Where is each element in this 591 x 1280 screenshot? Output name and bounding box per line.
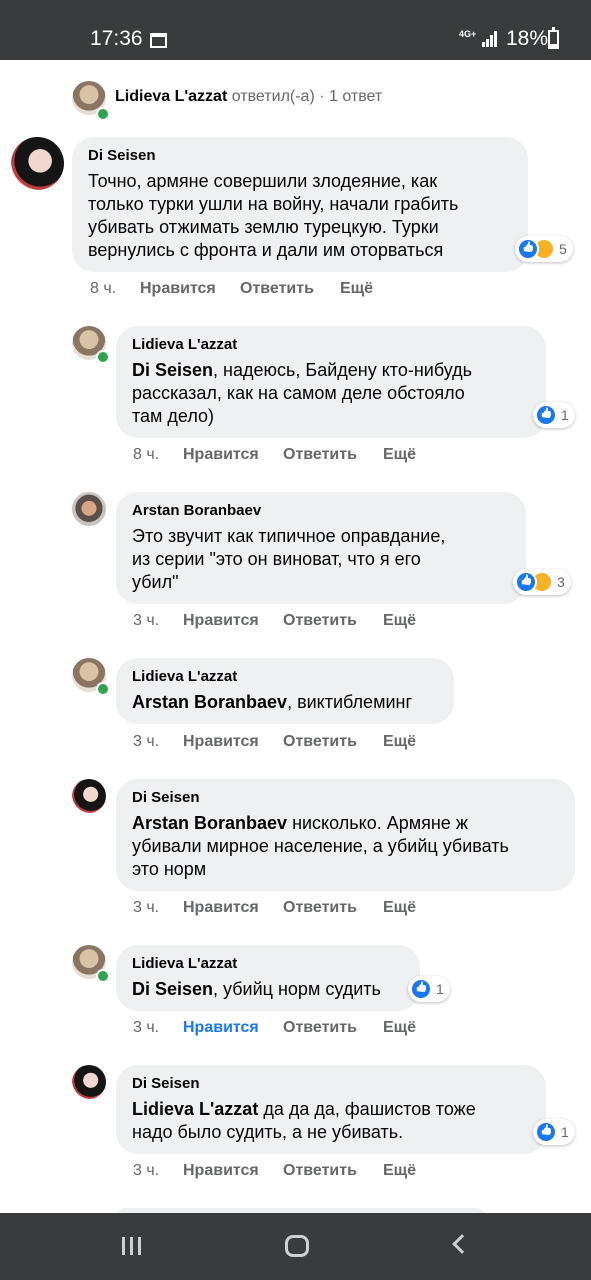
home-button[interactable] bbox=[285, 1235, 309, 1257]
comment-bubble: Lidieva L'azzat Di Seisen, убийц норм су… bbox=[116, 945, 420, 1011]
comment-time[interactable]: 8 ч. bbox=[133, 446, 159, 464]
mention-link[interactable]: Di Seisen bbox=[132, 360, 213, 380]
comment-author[interactable]: Di Seisen bbox=[88, 147, 512, 165]
more-button[interactable]: Ещё bbox=[383, 1162, 416, 1180]
comment-actions: 8 ч. Нравится Ответить Ещё bbox=[90, 280, 490, 300]
more-button[interactable]: Ещё bbox=[383, 612, 416, 630]
reaction-summary[interactable]: 1 bbox=[408, 976, 450, 1002]
like-button[interactable]: Нравится bbox=[183, 446, 259, 464]
replies-summary[interactable]: Lidieva L'azzat ответил(-а) · 1 ответ bbox=[115, 88, 382, 106]
comment-actions: 3 ч. Нравится Ответить Ещё bbox=[133, 1162, 533, 1182]
online-indicator bbox=[96, 969, 110, 983]
comment-time[interactable]: 3 ч. bbox=[133, 899, 159, 917]
reply-button[interactable]: Ответить bbox=[240, 280, 314, 298]
comment-actions: 3 ч. Нравится Ответить Ещё bbox=[133, 1019, 533, 1039]
comment-bubble: Di Seisen Точно, армяне совершили злодея… bbox=[72, 137, 528, 272]
comment-bubble: Arstan Boranbaev Это звучит как типичное… bbox=[116, 492, 526, 604]
reaction-count: 1 bbox=[561, 407, 569, 423]
comment-text: Di Seisen, надеюсь, Байдену кто-нибудь р… bbox=[132, 360, 473, 426]
mention-link[interactable]: Arstan Boranbaev bbox=[132, 692, 287, 712]
clock: 17:36 bbox=[90, 27, 143, 50]
battery-icon bbox=[548, 27, 559, 49]
more-button[interactable]: Ещё bbox=[383, 899, 416, 917]
like-button[interactable]: Нравится bbox=[183, 1162, 259, 1180]
reaction-summary[interactable]: 5 bbox=[515, 236, 573, 262]
avatar[interactable] bbox=[72, 492, 106, 526]
online-indicator bbox=[96, 107, 110, 121]
like-button[interactable]: Нравится bbox=[183, 899, 259, 917]
online-indicator bbox=[96, 682, 110, 696]
online-indicator bbox=[96, 350, 110, 364]
reaction-count: 1 bbox=[436, 981, 444, 997]
reaction-count: 1 bbox=[561, 1124, 569, 1140]
comment-author[interactable]: Di Seisen bbox=[132, 789, 559, 807]
network-type: 4G+ bbox=[459, 29, 477, 39]
system-nav-bar bbox=[0, 1213, 591, 1280]
reply-button[interactable]: Ответить bbox=[283, 899, 357, 917]
more-button[interactable]: Ещё bbox=[383, 733, 416, 751]
calendar-icon bbox=[150, 33, 167, 48]
comment-actions: 8 ч. Нравится Ответить Ещё bbox=[133, 446, 533, 466]
author-name: Lidieva L'azzat bbox=[115, 88, 228, 105]
reaction-count: 3 bbox=[557, 574, 565, 590]
mention-link[interactable]: Lidieva L'azzat bbox=[132, 1099, 258, 1119]
recent-apps-button[interactable] bbox=[122, 1237, 142, 1255]
comment-author[interactable]: Lidieva L'azzat bbox=[132, 955, 404, 973]
like-reaction-icon bbox=[515, 571, 537, 593]
back-button[interactable] bbox=[452, 1234, 472, 1254]
comment-text: Arstan Boranbaev, виктиблеминг bbox=[132, 692, 413, 712]
reaction-summary[interactable]: 1 bbox=[533, 402, 575, 428]
like-button[interactable]: Нравится bbox=[183, 612, 259, 630]
battery-percent: 18% bbox=[506, 27, 549, 50]
comment-time[interactable]: 3 ч. bbox=[133, 1162, 159, 1180]
comment-actions: 3 ч. Нравится Ответить Ещё bbox=[133, 733, 533, 753]
comment-text: Di Seisen, убийц норм судить bbox=[132, 979, 381, 999]
like-reaction-icon bbox=[535, 404, 557, 426]
avatar[interactable] bbox=[11, 137, 64, 190]
comment-text: Arstan Boranbaev нисколько. Армяне ж уби… bbox=[132, 813, 509, 879]
comment-time[interactable]: 3 ч. bbox=[133, 612, 159, 630]
more-button[interactable]: Ещё bbox=[383, 446, 416, 464]
comment-bubble: Di Seisen Lidieva L'azzat да да да, фаши… bbox=[116, 1065, 546, 1154]
reaction-count: 5 bbox=[559, 241, 567, 257]
comment-author[interactable]: Lidieva L'azzat bbox=[132, 668, 438, 686]
avatar[interactable] bbox=[72, 1065, 106, 1099]
comment-text: Это звучит как типичное оправдание, из с… bbox=[132, 526, 446, 592]
reply-button[interactable]: Ответить bbox=[283, 1019, 357, 1037]
comment-text: Lidieva L'azzat да да да, фашистов тоже … bbox=[132, 1099, 476, 1142]
comment-bubble: Lidieva L'azzat Di Seisen, надеюсь, Байд… bbox=[116, 326, 546, 438]
mention-link[interactable]: Arstan Boranbaev bbox=[132, 813, 287, 833]
like-reaction-icon bbox=[410, 978, 432, 1000]
like-reaction-icon bbox=[535, 1121, 557, 1143]
comment-time[interactable]: 8 ч. bbox=[90, 280, 116, 298]
comment-actions: 3 ч. Нравится Ответить Ещё bbox=[133, 612, 533, 632]
status-bar: 17:36 4G+ 18% bbox=[0, 0, 591, 60]
like-button[interactable]: Нравится bbox=[183, 1019, 259, 1037]
comment-author[interactable]: Arstan Boranbaev bbox=[132, 502, 510, 520]
like-button[interactable]: Нравится bbox=[140, 280, 216, 298]
reply-button[interactable]: Ответить bbox=[283, 733, 357, 751]
like-button[interactable]: Нравится bbox=[183, 733, 259, 751]
comment-bubble: Di Seisen Arstan Boranbaev нисколько. Ар… bbox=[116, 779, 575, 891]
more-button[interactable]: Ещё bbox=[340, 280, 373, 298]
comment-author[interactable]: Di Seisen bbox=[132, 1075, 530, 1093]
comment-text: Точно, армяне совершили злодеяние, как т… bbox=[88, 171, 459, 260]
reaction-summary[interactable]: 3 bbox=[513, 569, 571, 595]
reply-button[interactable]: Ответить bbox=[283, 446, 357, 464]
comment-time[interactable]: 3 ч. bbox=[133, 733, 159, 751]
comment-author[interactable]: Lidieva L'azzat bbox=[132, 336, 530, 354]
comment-time[interactable]: 3 ч. bbox=[133, 1019, 159, 1037]
signal-icon bbox=[482, 31, 497, 47]
comment-bubble: Lidieva L'azzat Arstan Boranbaev, виктиб… bbox=[116, 658, 454, 724]
like-reaction-icon bbox=[517, 238, 539, 260]
avatar[interactable] bbox=[72, 779, 106, 813]
mention-link[interactable]: Di Seisen bbox=[132, 979, 213, 999]
reaction-summary[interactable]: 1 bbox=[533, 1119, 575, 1145]
reply-button[interactable]: Ответить bbox=[283, 1162, 357, 1180]
more-button[interactable]: Ещё bbox=[383, 1019, 416, 1037]
reply-button[interactable]: Ответить bbox=[283, 612, 357, 630]
comment-actions: 3 ч. Нравится Ответить Ещё bbox=[133, 899, 533, 919]
